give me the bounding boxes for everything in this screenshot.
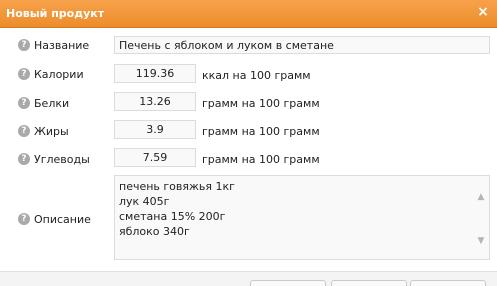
close-icon[interactable]: × — [475, 4, 491, 20]
description-textarea[interactable]: печень говяжья 1кг лук 405г сметана 15% … — [114, 175, 490, 260]
titlebar[interactable]: Новый продукт × — [0, 0, 497, 28]
help-icon[interactable]: ? — [18, 97, 30, 109]
description-line: яблоко 340г — [119, 225, 190, 238]
description-line: печень говяжья 1кг — [119, 180, 235, 193]
fats-unit: грамм на 100 грамм — [202, 125, 320, 138]
carbs-input[interactable] — [114, 148, 196, 167]
carbs-unit: грамм на 100 грамм — [202, 153, 320, 166]
calories-label: Калории — [34, 68, 84, 81]
name-label: Название — [34, 39, 90, 52]
calories-unit: ккал на 100 грамм — [202, 69, 311, 82]
description-label: Описание — [34, 213, 91, 226]
help-icon[interactable]: ? — [18, 125, 30, 137]
footer-button[interactable] — [250, 280, 326, 286]
help-icon[interactable]: ? — [18, 213, 30, 225]
description-line: сметана 15% 200г — [119, 210, 226, 223]
name-input[interactable] — [114, 36, 490, 54]
calories-input[interactable] — [114, 64, 196, 83]
footer-button[interactable] — [410, 280, 486, 286]
proteins-unit: грамм на 100 грамм — [202, 97, 320, 110]
help-icon[interactable]: ? — [18, 68, 30, 80]
help-icon[interactable]: ? — [18, 153, 30, 165]
footer-button[interactable] — [331, 280, 407, 286]
carbs-label: Углеводы — [34, 153, 90, 166]
description-line: лук 405г — [119, 195, 170, 208]
dialog-footer — [0, 271, 497, 286]
textarea-scrollbar[interactable]: ▲ ▼ — [475, 178, 487, 258]
fats-label: Жиры — [34, 125, 69, 138]
scroll-down-icon[interactable]: ▼ — [475, 236, 487, 246]
proteins-input[interactable] — [114, 92, 196, 111]
scroll-up-icon[interactable]: ▲ — [475, 192, 487, 202]
fats-input[interactable] — [114, 120, 196, 139]
dialog-title: Новый продукт — [6, 7, 105, 20]
new-product-dialog: Новый продукт × ? Название ? Калории кка… — [0, 0, 497, 286]
proteins-label: Белки — [34, 97, 70, 110]
help-icon[interactable]: ? — [18, 39, 30, 51]
